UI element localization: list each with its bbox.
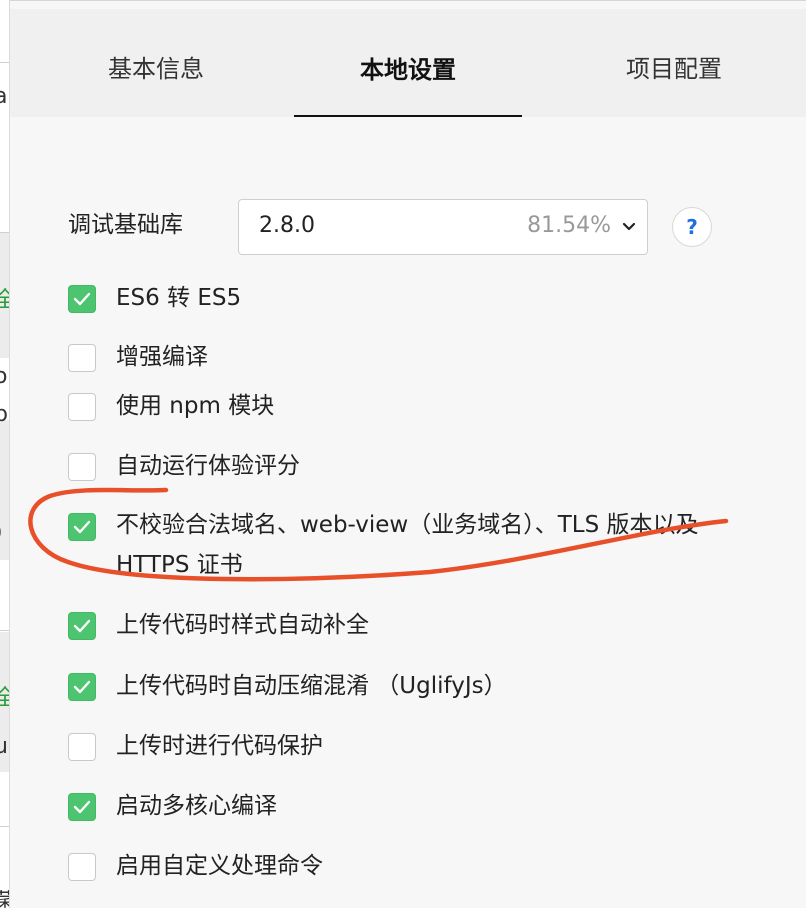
background-text-fragment: o	[0, 364, 7, 389]
checkmark-icon	[73, 520, 91, 534]
option-label: 自动运行体验评分	[116, 453, 300, 479]
checkbox-unchecked[interactable]	[68, 733, 96, 761]
checkbox-unchecked[interactable]	[68, 393, 96, 421]
background-text-fragment: u	[0, 734, 8, 759]
option-label: ES6 转 ES5	[116, 285, 242, 311]
background-text-fragment: )	[0, 520, 3, 545]
checkbox-checked[interactable]	[68, 793, 96, 821]
tab-basic-info[interactable]: 基本信息	[46, 9, 266, 117]
checkbox-checked[interactable]	[68, 612, 96, 640]
library-version-value: 2.8.0	[259, 213, 315, 238]
checkbox-checked[interactable]	[68, 513, 96, 541]
option-label: 不校验合法域名、web-view（业务域名）、TLS 版本以及 HTTPS 证书	[116, 512, 699, 578]
option-label: 上传代码时自动压缩混淆 （UglifyJs）	[116, 673, 507, 699]
background-text-fragment: 菌	[0, 884, 9, 908]
help-icon[interactable]: ?	[672, 207, 712, 247]
checkmark-icon	[73, 800, 91, 814]
background-text-fragment: a	[0, 84, 7, 109]
option-label: 增强编译	[116, 344, 208, 370]
tab-project-config[interactable]: 项目配置	[560, 9, 788, 117]
background-text-fragment: 全	[0, 680, 9, 712]
option-label: 上传时进行代码保护	[116, 733, 323, 759]
checkbox-checked[interactable]	[68, 673, 96, 701]
debug-library-label: 调试基础库	[68, 212, 183, 238]
background-window-strip: ai全op)全u菌	[0, 0, 10, 908]
checkbox-unchecked[interactable]	[68, 853, 96, 881]
option-label: 启用自定义处理命令	[116, 853, 323, 879]
checkbox-checked[interactable]	[68, 285, 96, 313]
debug-library-select[interactable]: 2.8.0 81.54%	[238, 199, 648, 255]
background-text-fragment: p	[0, 402, 8, 427]
checkmark-icon	[73, 292, 91, 306]
tab-local-settings[interactable]: 本地设置	[294, 9, 522, 117]
option-label: 使用 npm 模块	[116, 393, 275, 419]
settings-window: ai全op)全u菌 基本信息 本地设置 项目配置 调试基础库 2.8.0 81.…	[0, 0, 806, 908]
option-label: 上传代码时样式自动补全	[116, 612, 369, 638]
checkmark-icon	[73, 619, 91, 633]
library-coverage-percent: 81.54%	[527, 213, 611, 238]
checkbox-unchecked[interactable]	[68, 344, 96, 372]
option-label: 启动多核心编译	[116, 793, 277, 819]
local-settings-panel: 基本信息 本地设置 项目配置 调试基础库 2.8.0 81.54% ? ES6 …	[10, 0, 806, 908]
checkbox-unchecked[interactable]	[68, 453, 96, 481]
active-tab-indicator	[294, 115, 522, 117]
tab-bar: 基本信息 本地设置 项目配置	[10, 9, 806, 117]
checkmark-icon	[73, 680, 91, 694]
chevron-down-icon	[622, 222, 636, 231]
background-text-fragment: 全	[0, 282, 9, 314]
